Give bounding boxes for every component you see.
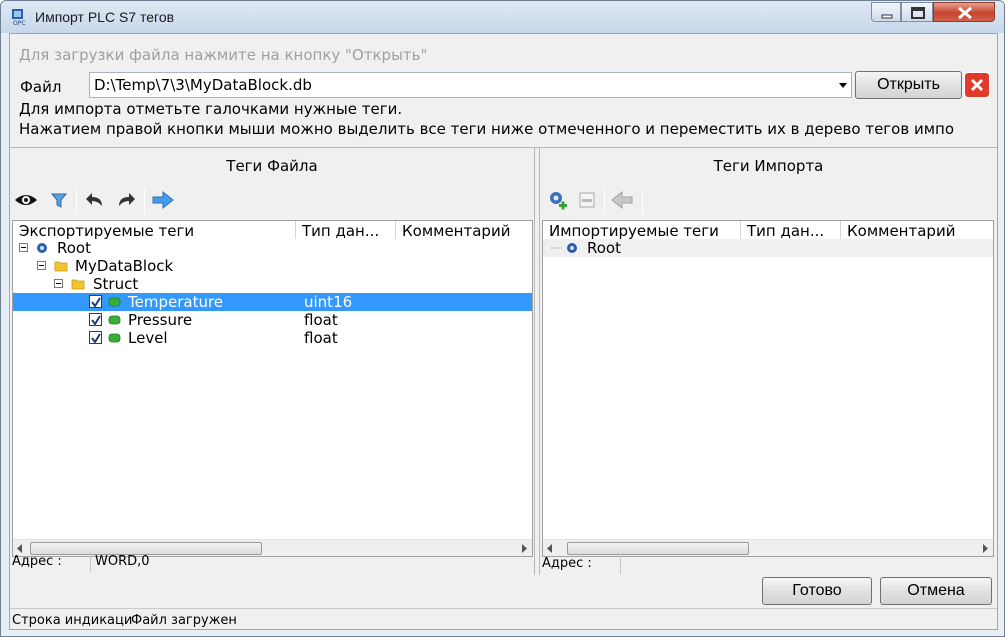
tree-row-datablock[interactable]: MyDataBlock [13,257,532,275]
address-value [620,554,990,574]
tag-name: Temperature [128,293,224,311]
tag-name: Root [57,239,91,257]
minimize-button[interactable] [871,2,901,22]
import-toolbar [540,184,997,216]
close-red-icon [970,78,984,92]
open-button[interactable]: Открыть [855,71,962,99]
tree-row-root[interactable]: Root [13,239,532,257]
folder-icon [71,279,85,290]
tree-row-struct[interactable]: Struct [13,275,532,293]
column-exported-tags[interactable]: Экспортируемые теги [13,221,296,239]
gear-icon [37,243,47,253]
status-message: Файл загружен [131,613,237,628]
file-tags-title: Теги Файла [226,157,318,175]
left-address-bar: Адрес : WORD,0 [10,552,534,572]
title-bar: OPC Импорт PLC S7 тегов [1,1,1004,33]
right-address-bar: Адрес : [540,554,997,574]
info-line-1: Для импорта отметьте галочками нужные те… [19,100,403,118]
tag-checkbox[interactable] [89,295,102,308]
gear-icon [567,243,577,253]
toolbar-separator [144,188,145,214]
chevron-down-icon[interactable] [839,83,847,88]
file-tags-tree[interactable]: Экспортируемые теги Тип дан... Комментар… [12,220,533,557]
column-imported-tags[interactable]: Импортируемые теги [543,221,741,239]
tag-name: Root [587,239,621,257]
file-tags-pane: Теги Файла Экспортируемые теги Тип дан..… [10,147,534,587]
toolbar-separator [642,188,643,214]
collapse-icon[interactable] [19,243,28,252]
status-bar: Строка индикаци Файл загружен [10,608,997,630]
cancel-button[interactable]: Отмена [880,577,992,605]
undo-icon[interactable] [83,188,107,212]
column-data-type[interactable]: Тип дан... [296,221,396,239]
tree-row-level[interactable]: Level float [13,329,532,347]
import-tags-header: Импортируемые теги Тип дан... Комментари… [543,221,993,239]
import-tags-title: Теги Импорта [713,157,824,175]
info-line-2: Нажатием правой кнопки мыши можно выдели… [19,120,955,138]
tree-row-root[interactable]: Root [543,239,993,257]
toolbar-separator [604,188,605,214]
scroll-right-icon[interactable] [981,544,989,553]
tag-name: Pressure [128,311,193,329]
tag-type: float [304,311,338,329]
tag-checkbox[interactable] [89,331,102,344]
folder-icon [54,261,68,272]
tree-row-temperature[interactable]: Temperature uint16 [13,293,532,311]
open-hint: Для загрузки файла нажмите на кнопку "От… [19,46,428,64]
toolbar-separator [76,188,77,214]
file-path-combo[interactable]: D:\Temp\7\3\MyDataBlock.db [89,72,852,98]
maximize-button[interactable] [901,2,933,22]
app-icon: OPC [12,9,26,26]
svg-text:OPC: OPC [13,20,26,26]
import-tags-tree[interactable]: Импортируемые теги Тип дан... Комментари… [542,220,994,557]
import-tags-pane: Теги Импорта Импортируемые теги Тип дан.… [540,147,997,587]
scroll-left-icon[interactable] [546,544,554,553]
address-label: Адрес : [542,556,592,571]
tree-row-pressure[interactable]: Pressure float [13,311,532,329]
column-data-type[interactable]: Тип дан... [741,221,841,239]
tree-line [551,247,563,249]
import-window: OPC Импорт PLC S7 тегов Для загрузки фай… [0,0,1005,637]
collapse-icon[interactable] [37,261,46,270]
tag-icon [108,315,121,325]
gear-add-icon[interactable] [546,188,570,212]
window-title: Импорт PLC S7 тегов [35,9,175,25]
close-button[interactable] [933,2,995,22]
done-button[interactable]: Готово [762,577,872,605]
redo-icon[interactable] [114,188,138,212]
collapse-icon[interactable] [54,279,63,288]
tag-icon [108,333,121,343]
tag-type: float [304,329,338,347]
arrow-right-icon[interactable] [151,188,175,212]
filter-icon[interactable] [47,188,71,212]
eye-icon[interactable] [14,188,38,212]
tag-name: Struct [93,275,139,293]
file-path-value: D:\Temp\7\3\MyDataBlock.db [94,76,312,94]
address-label: Адрес : [12,554,62,569]
file-toolbar [10,184,534,216]
file-label: Файл [20,78,62,96]
tag-name: MyDataBlock [75,257,174,275]
column-comment[interactable]: Комментарий [841,221,993,239]
tag-icon [108,297,121,307]
tag-type: uint16 [304,293,353,311]
address-value: WORD,0 [90,552,150,572]
tag-icon[interactable] [576,188,600,212]
column-comment[interactable]: Комментарий [396,221,532,239]
file-tags-header: Экспортируемые теги Тип дан... Комментар… [13,221,532,239]
tag-checkbox[interactable] [89,313,102,326]
arrow-left-icon[interactable] [610,188,634,212]
status-indicator: Строка индикаци [12,613,133,628]
clear-file-button[interactable] [964,72,990,98]
dialog-client: Для загрузки файла нажмите на кнопку "От… [9,33,998,630]
tag-name: Level [128,329,168,347]
